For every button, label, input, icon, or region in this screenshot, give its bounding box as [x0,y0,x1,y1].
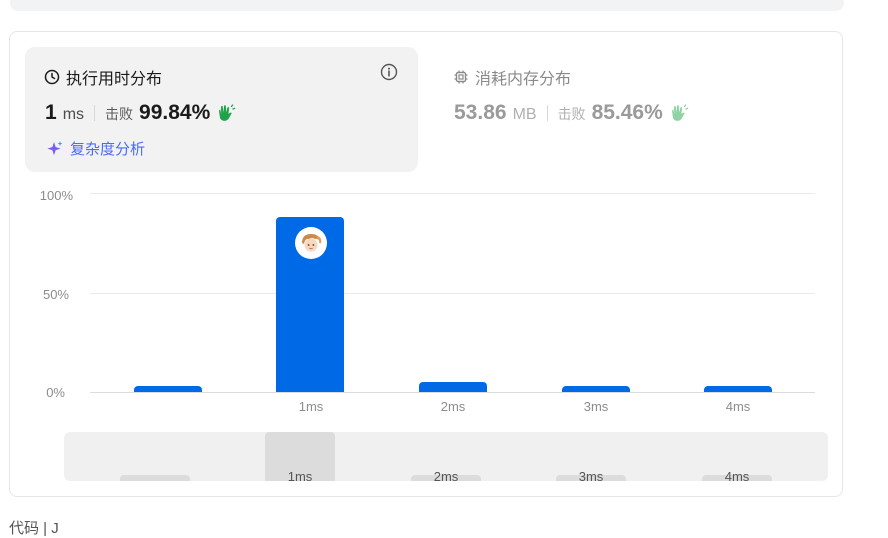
clapping-hands-icon [671,104,689,121]
x-axis-baseline [90,392,815,393]
memory-title[interactable]: 消耗内存分布 [453,65,571,89]
y-tick-0: 0% [46,385,65,400]
runtime-beat-label: 击败 [105,106,134,122]
y-tick-50: 50% [42,287,69,302]
runtime-value: 1 [45,101,57,124]
complexity-analysis-link[interactable]: 复杂度分析 [46,138,145,159]
gridline-50 [90,293,815,294]
runtime-metric: 1 ms 击败 99.84% [45,101,236,125]
range-overview[interactable]: 1ms 2ms 3ms 4ms [64,432,828,481]
info-icon[interactable] [380,63,398,81]
x-tick-4ms: 4ms [725,399,751,414]
gridline-100 [90,193,815,194]
clock-icon [44,69,60,85]
bar-2ms[interactable] [419,382,487,392]
mini-label-3ms: 3ms [578,469,604,481]
runtime-beat-value: 99.84% [139,101,211,124]
sparkle-icon [47,140,63,155]
user-avatar [297,229,325,257]
chip-icon [454,70,468,84]
mini-label-2ms: 2ms [433,469,459,481]
complexity-link-label: 复杂度分析 [70,141,146,158]
bar-4ms[interactable] [704,386,772,392]
y-tick-100: 100% [39,188,73,203]
runtime-title-label: 执行用时分布 [66,71,163,88]
memory-beat-value: 85.46% [591,101,663,124]
x-tick-2ms: 2ms [440,399,466,414]
runtime-title: 执行用时分布 [44,65,162,89]
bar-3ms[interactable] [562,386,630,392]
bar-under-1ms[interactable] [134,386,202,392]
divider [94,105,96,121]
mini-label-4ms: 4ms [724,469,750,481]
memory-metric: 53.86 MB 击败 85.46% [454,101,689,125]
memory-value: 53.86 [454,101,507,124]
memory-title-label: 消耗内存分布 [475,71,572,88]
memory-beat-label: 击败 [557,106,586,122]
memory-unit: MB [512,106,537,123]
previous-panel-bottom [10,0,844,11]
mini-bar-under-1ms [120,475,190,481]
x-tick-3ms: 3ms [583,399,609,414]
x-tick-1ms: 1ms [298,399,324,414]
clapping-hands-icon [219,104,236,121]
mini-label-1ms: 1ms [287,469,313,481]
divider [546,105,548,121]
runtime-unit: ms [62,106,85,123]
